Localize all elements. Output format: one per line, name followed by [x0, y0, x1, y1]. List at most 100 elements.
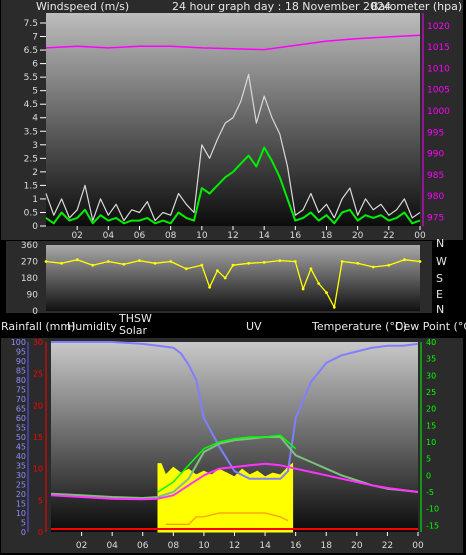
wind-plot-area — [46, 13, 420, 226]
wind-tick-label: 6 — [32, 60, 38, 70]
direction-tick-label: 90 — [27, 291, 39, 301]
wind-direction-point — [278, 259, 282, 262]
rain-tick-label: 10 — [33, 465, 43, 474]
humidity-tick-label: 30 — [16, 471, 26, 480]
baro-tick-label: 1010 — [427, 64, 450, 74]
wind-tick-label: 2 — [32, 168, 38, 178]
wind-x-tick-label: 20 — [352, 231, 364, 241]
uv-label: UV — [246, 320, 262, 333]
graph-title: 24 hour graph day : 18 November 2024 — [172, 0, 391, 13]
humidity-tick-label: 70 — [16, 395, 26, 404]
wind-direction-point — [208, 285, 212, 289]
baro-tick-label: 975 — [427, 213, 444, 223]
solar-label: Solar — [119, 324, 148, 337]
wind-tick-label: 4 — [32, 114, 38, 124]
wind-direction-point — [325, 291, 328, 295]
humidity-tick-label: 65 — [16, 405, 26, 414]
compass-label-s: S — [436, 272, 443, 285]
wind-tick-label: 0 — [32, 222, 38, 232]
wind-direction-point — [75, 258, 79, 262]
weather-x-tick-label: 16 — [290, 541, 302, 551]
wind-direction-point — [403, 258, 406, 262]
weather-chart-svg: Windspeed (m/s) 24 hour graph day : 18 N… — [1, 0, 466, 553]
weather-x-tick-label: 12 — [229, 541, 240, 551]
wind-x-tick-label: 10 — [196, 231, 208, 241]
rain-tick-label: 0 — [38, 528, 43, 537]
windspeed-axis-title: Windspeed (m/s) — [36, 0, 129, 13]
direction-plot-area — [46, 245, 420, 311]
wind-tick-label: 3.5 — [24, 127, 38, 137]
wind-x-tick-label: 18 — [321, 231, 333, 241]
rain-tick-label: 30 — [33, 338, 43, 347]
temperature-tick-label: -15 — [426, 521, 439, 530]
weather-x-tick-label: 08 — [168, 541, 180, 551]
temperature-axis-title: Temperature (°C) — [311, 320, 407, 333]
weather-x-tick-label: 02 — [76, 541, 87, 551]
wind-tick-label: 7.5 — [24, 19, 38, 29]
wind-direction-point — [332, 305, 336, 309]
wind-direction-point — [262, 261, 266, 264]
direction-tick-label: 270 — [21, 258, 38, 268]
humidity-tick-label: 75 — [16, 386, 26, 395]
wind-direction-point — [200, 263, 204, 267]
rainfall-axis-title: Rainfall (mm) — [1, 320, 75, 333]
wind-x-tick-label: 22 — [383, 231, 394, 241]
humidity-tick-label: 25 — [16, 481, 26, 490]
wind-x-tick-label: 00 — [414, 231, 426, 241]
wind-tick-label: 4.5 — [24, 100, 38, 110]
wind-x-tick-label: 16 — [290, 231, 302, 241]
temperature-tick-label: -10 — [426, 505, 439, 514]
weather-x-tick-label: 00 — [412, 541, 424, 551]
humidity-tick-label: 10 — [16, 509, 26, 518]
wind-direction-point — [44, 260, 48, 263]
compass-label-e: E — [436, 288, 443, 301]
wind-tick-label: 6.5 — [24, 46, 38, 56]
wind-tick-label: 5.5 — [24, 73, 38, 83]
temperature-tick-label: 5 — [426, 455, 431, 464]
baro-tick-label: 1005 — [427, 86, 450, 96]
wind-tick-label: 5 — [32, 87, 38, 97]
wind-direction-point — [216, 269, 219, 273]
weather-graph: Windspeed (m/s) 24 hour graph day : 18 N… — [0, 0, 466, 555]
wind-x-tick-label: 02 — [71, 231, 82, 241]
wind-direction-point — [122, 262, 126, 266]
wind-tick-label: 1.5 — [24, 181, 38, 191]
wind-x-tick-label: 06 — [134, 231, 146, 241]
compass-label-w: W — [436, 255, 447, 268]
temperature-tick-label: 20 — [426, 405, 436, 414]
direction-tick-label: 360 — [21, 241, 38, 251]
humidity-tick-label: 40 — [16, 452, 26, 461]
humidity-tick-label: 15 — [16, 500, 26, 509]
wind-direction-point — [169, 260, 173, 263]
wind-direction-point — [223, 276, 227, 280]
temperature-tick-label: -5 — [426, 488, 434, 497]
direction-tick-label: 0 — [32, 307, 38, 317]
weather-x-tick-label: 22 — [382, 541, 393, 551]
humidity-tick-label: 35 — [16, 462, 26, 471]
wind-tick-label: 7 — [32, 33, 38, 43]
wind-direction-point — [231, 263, 235, 267]
humidity-tick-label: 20 — [16, 490, 26, 499]
weather-x-tick-label: 10 — [198, 541, 210, 551]
wind-x-tick-label: 12 — [227, 231, 238, 241]
weather-x-tick-label: 06 — [137, 541, 149, 551]
dewpoint-axis-title: Dew Point (°C) — [395, 320, 466, 333]
compass-label-n-top: N — [436, 237, 444, 250]
wind-direction-point — [106, 260, 110, 263]
wind-x-tick-label: 14 — [258, 231, 270, 241]
wind-tick-label: 0.5 — [24, 208, 38, 218]
baro-tick-label: 1015 — [427, 43, 450, 53]
weather-x-tick-label: 14 — [259, 541, 271, 551]
temperature-tick-label: 0 — [426, 471, 431, 480]
wind-direction-point — [138, 259, 141, 262]
rain-tick-label: 25 — [33, 370, 43, 379]
humidity-tick-label: 60 — [16, 414, 26, 423]
wind-direction-point — [184, 267, 188, 271]
wind-tick-label: 1 — [32, 195, 38, 205]
wind-direction-point — [60, 261, 63, 265]
humidity-tick-label: 85 — [16, 367, 26, 376]
humidity-tick-label: 50 — [16, 433, 26, 442]
solar-area — [157, 462, 294, 533]
wind-direction-point — [356, 261, 360, 265]
humidity-tick-label: 55 — [16, 424, 26, 433]
